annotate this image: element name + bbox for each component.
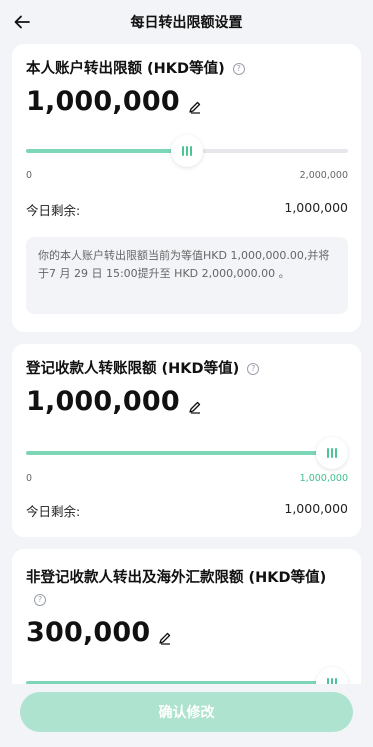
amount-row: 300,000	[26, 617, 172, 648]
slider-min-label: 0	[26, 170, 33, 181]
help-icon[interactable]: ?	[232, 63, 245, 75]
limit-amount: 300,000	[26, 617, 151, 648]
content-scroll[interactable]: 本人账户转出限额 (HKD等值)? 1,000,000 0 2,000,000 …	[0, 44, 373, 684]
remaining-label: 今日剩余:	[26, 504, 81, 519]
confirm-button[interactable]: 确认修改	[20, 692, 353, 732]
own-account-limit-card: 本人账户转出限额 (HKD等值)? 1,000,000 0 2,000,000 …	[12, 44, 361, 332]
help-icon[interactable]: ?	[34, 594, 46, 606]
page-title: 每日转出限额设置	[130, 15, 243, 31]
card-title: 本人账户转出限额 (HKD等值)?	[26, 59, 245, 79]
slider-max-label: 1,000,000	[299, 473, 348, 484]
limit-slider[interactable]	[26, 437, 348, 469]
slider-fill	[26, 451, 348, 455]
amount-row: 1,000,000	[26, 86, 202, 117]
edit-icon[interactable]	[158, 631, 172, 645]
slider-fill	[26, 149, 187, 153]
amount-row: 1,000,000	[26, 386, 202, 417]
slider-min-label: 0	[26, 473, 33, 484]
slider-thumb[interactable]	[171, 135, 203, 167]
remaining-label: 今日剩余:	[26, 203, 81, 218]
card-title: 登记收款人转账限额 (HKD等值)?	[26, 359, 260, 379]
edit-icon[interactable]	[188, 400, 202, 414]
unregistered-payee-limit-card: 非登记收款人转出及海外汇款限额 (HKD等值)? 300,000	[12, 549, 361, 684]
limit-amount: 1,000,000	[26, 86, 180, 117]
limit-amount: 1,000,000	[26, 386, 180, 417]
limit-slider[interactable]	[26, 135, 348, 167]
slider-thumb[interactable]	[316, 437, 348, 469]
slider-thumb[interactable]	[316, 667, 348, 684]
help-icon[interactable]: ?	[247, 363, 260, 375]
card-title: 非登记收款人转出及海外汇款限额 (HKD等值)?	[26, 570, 327, 606]
limit-note: 你的本人账户转出限额当前为等值HKD 1,000,000.00,并将于7 月 2…	[26, 237, 348, 314]
registered-payee-limit-card: 登记收款人转账限额 (HKD等值)? 1,000,000 0 1,000,000…	[12, 344, 361, 537]
remaining-value: 1,000,000	[284, 200, 348, 215]
edit-icon[interactable]	[188, 100, 202, 114]
remaining-value: 1,000,000	[284, 501, 348, 516]
slider-max-label: 2,000,000	[299, 170, 348, 181]
header-bar: 每日转出限额设置	[0, 0, 373, 44]
